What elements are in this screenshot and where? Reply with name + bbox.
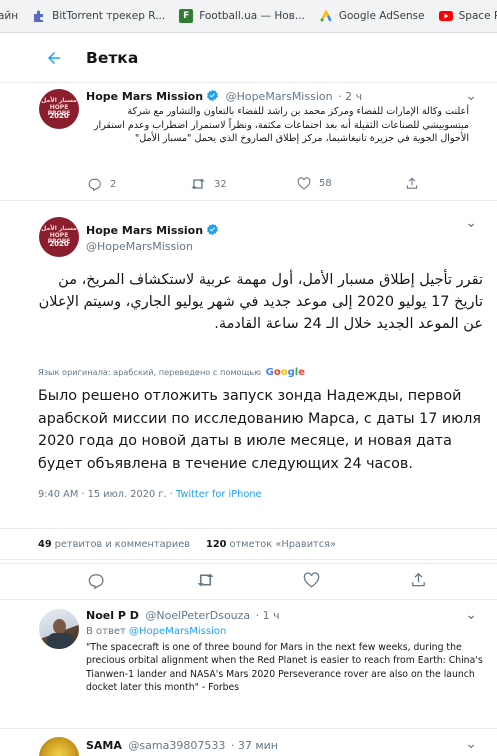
author-handle[interactable]: @HopeMarsMission [86,240,219,253]
retweets-count[interactable]: 49 [38,539,52,550]
retweet-icon [197,573,214,587]
more-icon[interactable]: ⌄ [465,607,477,623]
tweet-parent[interactable]: مسبار الأمل HOPE PROBE 2020 Hope Mars Mis… [0,83,497,201]
bookmarks-bar: айн BitTorrent трекер R... F Football.ua… [0,0,497,33]
reply-icon [88,574,104,589]
thread-header: Ветка [0,33,497,83]
reply-button[interactable] [88,572,105,589]
author-handle[interactable]: @NoelPeterDsouza [145,609,250,622]
tweet-source[interactable]: Twitter for iPhone [176,489,262,500]
adsense-icon [319,9,333,23]
author-name[interactable]: Noel P D [86,609,139,622]
avatar[interactable] [39,609,79,649]
in-reply-to: В ответ @HopeMarsMission [86,626,226,637]
author-name[interactable]: SAMA [86,739,122,752]
more-icon[interactable]: ⌄ [465,88,477,104]
translation-label: Язык оригинала: арабский, переведено с п… [38,367,261,377]
tweet-text-original: تقرر تأجيل إطلاق مسبار الأمل، أول مهمة ع… [38,272,483,332]
arrow-left-icon [48,51,60,64]
reply-count: 2 [110,178,117,190]
tweet-timestamp[interactable]: 9:40 AM · 15 июл. 2020 г. · [38,489,176,500]
tweet-time[interactable]: · 2 ч [338,90,362,103]
youtube-icon [438,9,453,23]
back-button[interactable] [42,46,66,70]
bookmark-label: BitTorrent трекер R... [52,10,166,22]
likes-count[interactable]: 120 [206,539,226,550]
tweet-author-line: Hope Mars Mission @HopeMarsMission · 2 ч [86,89,362,103]
bookmark-adsense[interactable]: Google AdSense [319,9,425,23]
reply-tweet[interactable]: SAMA @sama39807533 · 37 мин ⌄ [0,730,497,756]
tweet-author-line: SAMA @sama39807533 · 37 мин [86,739,278,752]
main-actions [0,560,497,600]
in-reply-handle[interactable]: @HopeMarsMission [129,626,226,637]
author-handle[interactable]: @sama39807533 [128,739,225,752]
like-count: 58 [319,178,332,189]
retweet-icon [191,178,205,190]
more-icon[interactable]: ⌄ [465,215,477,231]
tweet-text: أعلنت وكالة الإمارات للفضاء ومركز محمد ب… [93,106,469,144]
in-reply-label: В ответ [86,626,126,637]
retweet-count: 32 [214,178,227,190]
share-button[interactable] [410,571,427,589]
author-name[interactable]: Hope Mars Mission [86,224,203,237]
share-button[interactable] [405,176,419,191]
avatar[interactable]: مسبار الأمل HOPE PROBE 2020 [39,89,79,129]
bookmark-label: Space Room - YouT... [458,10,497,22]
bookmark-label: Google AdSense [338,10,425,22]
translation-note: Язык оригинала: арабский, переведено с п… [38,367,305,378]
author-name[interactable]: Hope Mars Mission [86,90,203,103]
author-block: Hope Mars Mission @HopeMarsMission [86,219,219,253]
like-button[interactable]: 58 [297,177,332,190]
author-handle[interactable]: @HopeMarsMission [226,90,333,103]
heart-icon [297,177,311,190]
tweet-time[interactable]: · 37 мин [231,739,278,752]
bookmark-youtube[interactable]: Space Room - YouT... [438,9,497,23]
verified-icon [207,89,218,102]
reply-tweet[interactable]: Noel P D @NoelPeterDsouza · 1 ч ⌄ В отве… [0,601,497,729]
avatar[interactable]: مسبار الأمل HOPE PROBE 2020 [39,217,79,257]
avatar[interactable] [39,737,79,756]
tweet-text: "The spacecraft is one of three bound fo… [86,642,483,693]
bookmark-item[interactable]: айн [0,10,18,22]
avatar-year: 2020 [49,112,69,120]
page-title: Ветка [86,48,139,67]
bookmark-label: айн [0,10,19,22]
reply-icon [88,178,101,191]
more-icon[interactable]: ⌄ [465,736,477,752]
bookmark-football[interactable]: F Football.ua — Нов... [179,9,305,23]
retweets-label[interactable]: ретвитов и комментариев [55,539,190,550]
heart-icon [303,572,320,588]
tweet-text-translated: Было решено отложить запуск зонда Надежд… [38,388,481,472]
share-icon [412,572,425,587]
retweet-button[interactable]: 32 [190,177,227,191]
tweet-main: مسبار الأمل HOPE PROBE 2020 Hope Mars Mis… [0,201,497,564]
share-icon [406,177,418,189]
tweet-time[interactable]: · 1 ч [256,609,280,622]
verified-icon [207,223,218,236]
like-button[interactable] [303,572,320,588]
tweet-stats: 49 ретвитов и комментариев 120 отметок «… [0,528,497,560]
reply-button[interactable]: 2 [88,177,116,191]
tweet-meta: 9:40 AM · 15 июл. 2020 г. · Twitter for … [38,489,262,500]
bookmark-bittorrent[interactable]: BitTorrent трекер R... [32,9,165,23]
retweet-button[interactable] [196,572,215,588]
avatar-year: 2020 [49,240,69,248]
likes-label[interactable]: отметок «Нравится» [229,539,336,550]
bookmark-label: Football.ua — Нов... [199,10,305,22]
google-logo: Google [265,367,305,378]
puzzle-icon [32,9,46,23]
tweet-author-line: Noel P D @NoelPeterDsouza · 1 ч [86,609,280,622]
football-ua-icon: F [179,9,194,23]
